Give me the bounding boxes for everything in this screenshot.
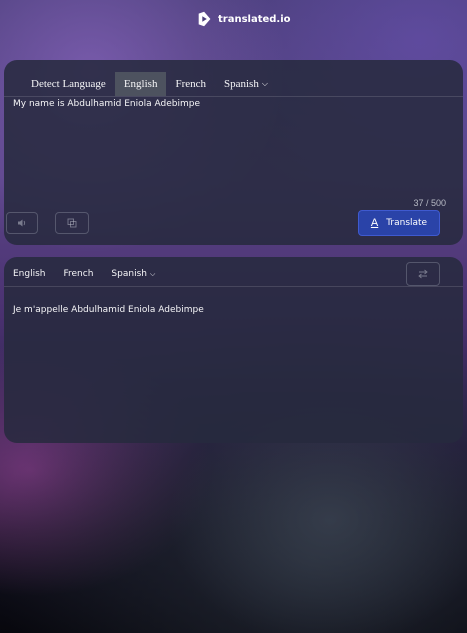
translate-button[interactable]: A Translate bbox=[358, 210, 440, 236]
tab-detect-language[interactable]: Detect Language bbox=[22, 72, 115, 96]
tab-english[interactable]: English bbox=[4, 269, 55, 279]
translate-label: Translate bbox=[386, 218, 428, 228]
chevron-down-icon: ⌵ bbox=[149, 269, 156, 278]
target-language-tabs: English French Spanish ⌵ bbox=[4, 264, 164, 284]
translate-logo-icon bbox=[198, 11, 211, 27]
tab-label: English bbox=[13, 269, 46, 279]
copy-button[interactable] bbox=[55, 212, 89, 234]
tab-label: Spanish bbox=[224, 78, 259, 90]
character-count: 37 / 500 bbox=[413, 198, 446, 208]
tab-spanish-dropdown[interactable]: Spanish ⌵ bbox=[215, 72, 277, 96]
divider bbox=[4, 96, 463, 97]
logo-text: translated.io bbox=[218, 13, 291, 25]
target-panel: English French Spanish ⌵ Je m'appelle Abd… bbox=[4, 257, 463, 443]
app-logo: translated.io bbox=[196, 10, 291, 28]
translated-text: Je m'appelle Abdulhamid Eniola Adebimpe bbox=[13, 305, 204, 315]
speak-button[interactable] bbox=[6, 212, 38, 234]
tab-label: French bbox=[175, 78, 206, 90]
translate-icon: A bbox=[370, 217, 379, 229]
source-text-input[interactable]: My name is Abdulhamid Eniola Adebimpe bbox=[13, 99, 453, 199]
copy-icon bbox=[67, 218, 77, 228]
source-panel: Detect Language English French Spanish ⌵ … bbox=[4, 60, 463, 245]
swap-icon bbox=[418, 269, 428, 279]
tab-spanish-dropdown[interactable]: Spanish ⌵ bbox=[102, 269, 164, 279]
tab-label: French bbox=[63, 269, 94, 279]
tab-english[interactable]: English bbox=[114, 72, 167, 96]
tab-french[interactable]: French bbox=[166, 72, 215, 96]
chevron-down-icon: ⌵ bbox=[261, 79, 268, 88]
swap-languages-button[interactable] bbox=[406, 262, 440, 286]
tab-label: English bbox=[123, 78, 158, 90]
divider bbox=[4, 286, 463, 287]
tab-french[interactable]: French bbox=[55, 269, 103, 279]
tab-label: Spanish bbox=[111, 269, 147, 279]
tab-label: Detect Language bbox=[31, 78, 106, 90]
source-language-tabs: Detect Language English French Spanish ⌵ bbox=[22, 72, 277, 96]
speaker-icon bbox=[18, 219, 26, 227]
